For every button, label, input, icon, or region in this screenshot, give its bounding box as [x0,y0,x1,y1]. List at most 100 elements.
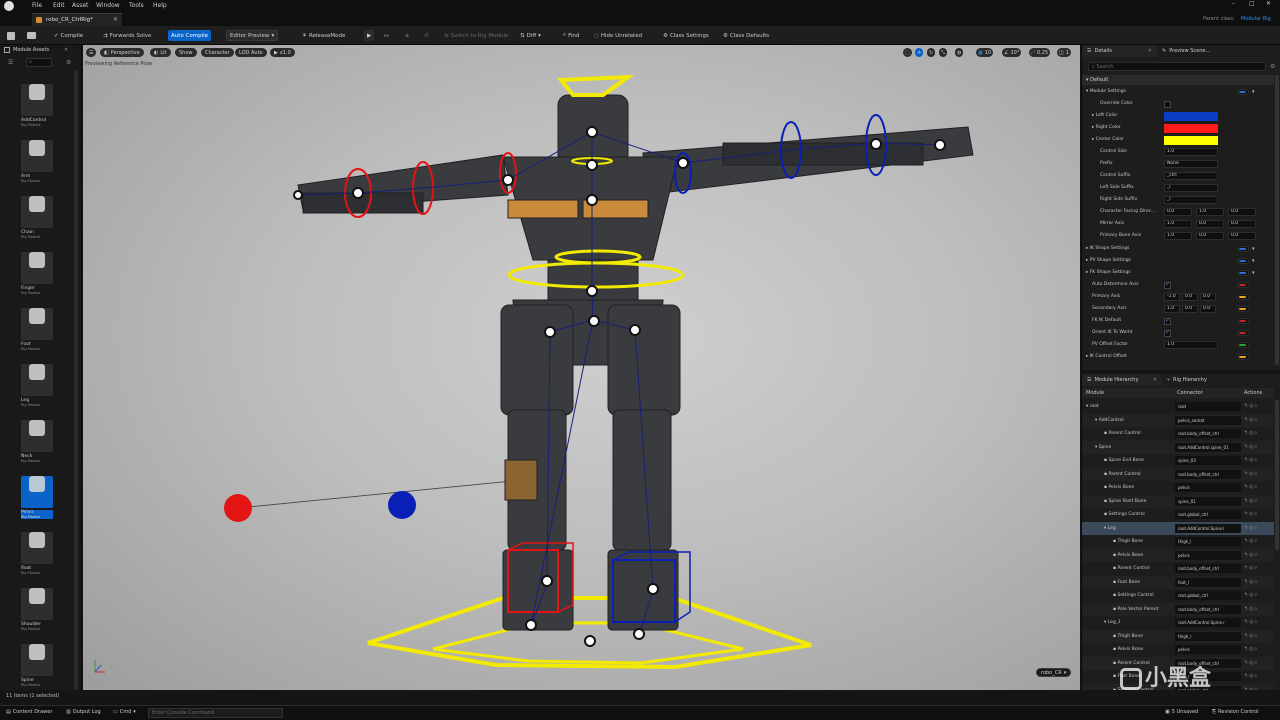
center-color-swatch[interactable] [1164,136,1218,145]
secondary-axis-y-field[interactable]: 0.0 [1182,305,1198,313]
row-actions[interactable]: ↰◎⌕ [1244,673,1258,679]
module-settings-pill[interactable] [1237,89,1249,95]
hierarchy-row[interactable]: ▪ Foot Bone foot_l ↰◎⌕ [1082,575,1274,589]
prefix-field[interactable]: None [1164,160,1218,168]
primary-axis-y-field[interactable]: 0.0 [1182,293,1198,301]
mirror-x-field[interactable]: 1.0 [1164,220,1192,228]
close-tab-icon[interactable]: ✕ [1148,48,1152,54]
save-button[interactable] [7,30,15,41]
console-input[interactable]: Enter Console Command [148,708,283,718]
find-button[interactable]: ⌕ Find [563,30,579,41]
row-actions[interactable]: ↰◎⌕ [1244,525,1258,531]
row-actions[interactable]: ↰◎⌕ [1244,498,1258,504]
hide-unrelated-button[interactable]: ◌ Hide Unrelated [594,30,642,41]
hierarchy-row[interactable]: ▪ Pelvis Bone pelvis ↰◎⌕ [1082,643,1274,657]
step-button[interactable]: ▸▸ [384,30,390,41]
menu-window[interactable]: Window [96,2,120,9]
row-actions[interactable]: ↰◎⌕ [1244,430,1258,436]
row-actions[interactable]: ↰◎⌕ [1244,403,1258,409]
facing-z-field[interactable]: 0.0 [1228,208,1256,216]
root-control-outer[interactable] [367,596,812,670]
default-section-header[interactable]: ▾ Default [1082,75,1274,85]
secondary-axis-pill[interactable] [1237,306,1249,312]
row-actions[interactable]: ↰◎⌕ [1244,471,1258,477]
module-asset-item[interactable]: Arm Rig Module [21,133,53,185]
switch-to-rig-module-button[interactable]: ⇆ Switch to Rig Module [444,30,508,41]
pv-offset-pill[interactable] [1237,342,1249,348]
column-connector[interactable]: Connector [1177,390,1203,396]
close-window-button[interactable]: ✕ [1266,0,1271,7]
connector-field[interactable]: spine_01 [1175,496,1241,506]
module-asset-item[interactable]: Spine Rig Module [21,637,53,689]
left-color-swatch[interactable] [1164,112,1218,121]
release-mode-button[interactable]: ⚘ ReleaseMode [302,30,345,41]
connector-field[interactable]: root.AddControl.Spine.r [1175,618,1241,627]
row-actions[interactable]: ↰◎⌕ [1244,552,1258,558]
row-actions[interactable]: ↰◎⌕ [1244,538,1258,544]
blue-pole-vector-ball[interactable] [388,491,416,519]
primary-bone-z-field[interactable]: 0.0 [1228,232,1256,240]
maximize-button[interactable]: □ [1249,0,1255,7]
connector-field[interactable]: root.AddControl.Spine.l [1175,523,1241,533]
hierarchy-row[interactable]: ▪ Thigh Bone thigh_l ↰◎⌕ [1082,535,1274,549]
module-search-input[interactable]: ⌕ [26,58,52,67]
left-suffix-field[interactable]: _l [1164,184,1218,192]
minimize-button[interactable]: – [1232,0,1235,7]
hierarchy-row[interactable]: ▪ Spine End Bone spine_03 ↰◎⌕ [1082,454,1274,468]
ik-control-offset-pill[interactable] [1237,354,1249,360]
unreal-logo-icon[interactable] [4,1,14,11]
connector-field[interactable]: root [1175,402,1241,411]
chevron-down-icon[interactable]: ▾ [1252,258,1255,264]
editor-preview-dropdown[interactable]: Editor Preview ▾ [226,30,279,41]
close-tab-icon[interactable]: ✕ [1153,377,1157,383]
secondary-axis-z-field[interactable]: 0.0 [1200,305,1216,313]
hierarchy-row[interactable]: ▪ Parent Control root.body_offset_ctrl ↰◎⌕ [1082,562,1274,576]
cmd-dropdown[interactable]: ▭ Cmd ▾ [113,709,136,715]
module-hierarchy-tab[interactable]: ☰ Module Hierarchy ✕ [1082,374,1162,386]
fk-shape-row[interactable]: ▸ FK Shape Settings ▾ [1082,267,1274,279]
pv-shape-pill[interactable] [1237,258,1249,264]
row-actions[interactable]: ↰◎⌕ [1244,592,1258,598]
class-settings-button[interactable]: ⚙ Class Settings [663,30,709,41]
chevron-down-icon[interactable]: ▾ [1252,270,1255,276]
ik-shape-pill[interactable] [1237,246,1249,252]
connector-field[interactable]: spine_03 [1175,456,1241,465]
connector-field[interactable]: root.body_offset_ctrl [1175,429,1241,438]
module-settings-row[interactable]: ▾ Module Settings ▾ [1082,86,1274,98]
row-actions[interactable]: ↰◎⌕ [1244,565,1258,571]
module-assets-tab[interactable]: Module Assets ✕ [4,47,68,53]
document-tab[interactable]: robo_CR_CtrlRig* ✕ [32,13,122,26]
head-control[interactable] [556,74,635,97]
hierarchy-row[interactable]: ▾ Leg_1 root.AddControl.Spine.r ↰◎⌕ [1082,616,1274,630]
rewind-button[interactable]: ↺ [424,30,429,41]
row-actions[interactable]: ↰◎⌕ [1244,646,1258,652]
fk-ik-default-pill[interactable] [1237,318,1249,324]
orient-ik-checkbox[interactable] [1164,329,1171,337]
row-actions[interactable]: ↰◎⌕ [1244,579,1258,585]
facing-y-field[interactable]: 1.0 [1196,208,1224,216]
primary-bone-x-field[interactable]: 1.0 [1164,232,1192,240]
pv-offset-field[interactable]: 1.0 [1164,341,1218,349]
ik-control-offset-row[interactable]: ▸ IK Control Offset [1082,351,1274,363]
connector-field[interactable]: root.global_ctrl [1175,510,1241,519]
browse-button[interactable] [27,30,36,41]
diff-button[interactable]: ⇅ Diff ▾ [520,30,541,41]
connector-field[interactable]: root.global_ctrl [1175,591,1241,600]
module-asset-item[interactable]: Leg Rig Module [21,357,53,409]
row-actions[interactable]: ↰◎⌕ [1244,417,1258,423]
rig-hierarchy-tab[interactable]: ⑂ Rig Hierarchy [1162,374,1232,386]
details-search-input[interactable]: ⌕ Search [1088,62,1266,71]
debug-button[interactable]: ◈ [405,30,409,41]
menu-file[interactable]: File [32,2,42,9]
hierarchy-row[interactable]: ▪ Parent Control root.body_offset_ctrl ↰◎⌕ [1082,427,1274,441]
ik-shape-row[interactable]: ▸ IK Shape Settings ▾ [1082,243,1274,255]
fk-shape-pill[interactable] [1237,270,1249,276]
primary-axis-pill[interactable] [1237,294,1249,300]
row-actions[interactable]: ↰◎⌕ [1244,606,1258,612]
connector-field[interactable]: thigh_l [1175,537,1241,546]
hierarchy-row[interactable]: ▪ Pelvis Bone pelvis ↰◎⌕ [1082,481,1274,495]
fk-ik-default-checkbox[interactable] [1164,317,1171,325]
chevron-down-icon[interactable]: ▾ [1252,89,1255,95]
hierarchy-row[interactable]: ▪ Settings Control root.global_ctrl ↰◎⌕ [1082,589,1274,603]
details-tab[interactable]: ☰ Details ✕ [1082,45,1157,57]
